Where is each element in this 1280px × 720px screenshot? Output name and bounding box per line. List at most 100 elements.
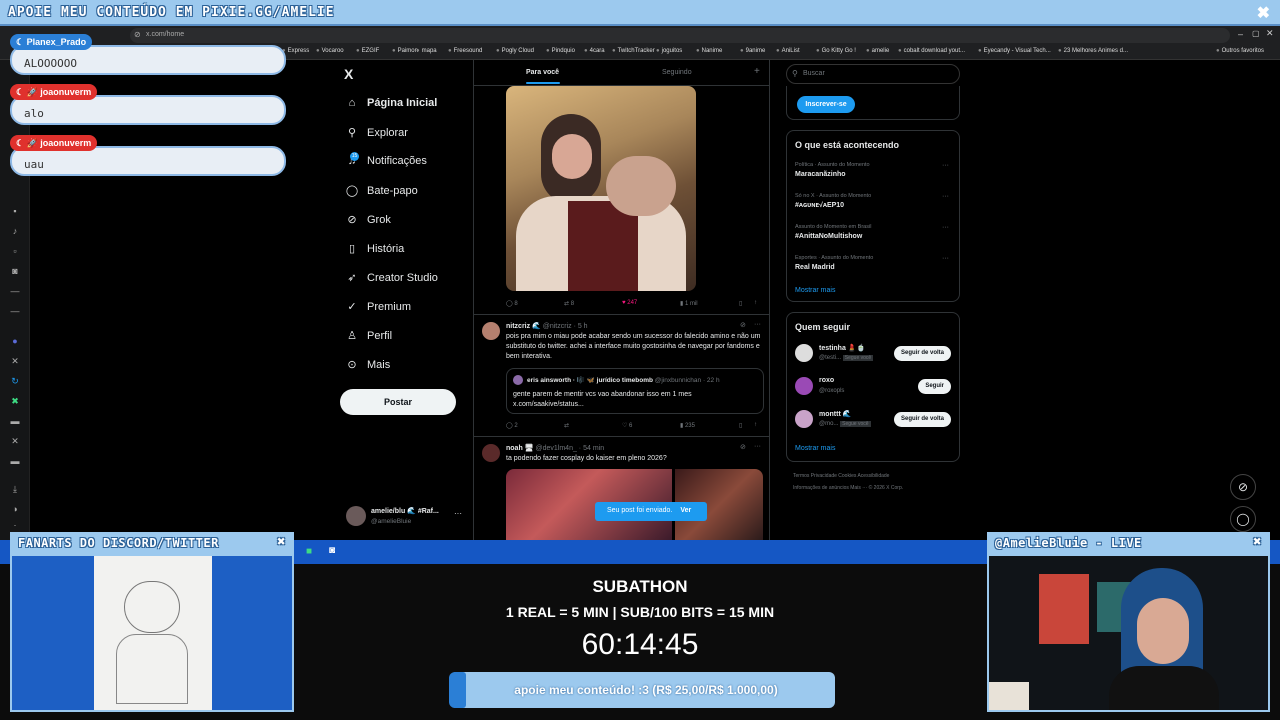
follow-back-button[interactable]: Seguir de volta: [893, 412, 951, 427]
bookmark-item[interactable]: 23 Melhores Animes d...: [1058, 48, 1128, 54]
show-more-link[interactable]: Mostrar mais: [795, 287, 835, 294]
bookmark-item[interactable]: TwitchTracker: [612, 48, 655, 54]
views-icon[interactable]: ▮ 235: [680, 422, 695, 429]
nav-more[interactable]: ⊙ Mais: [345, 358, 390, 378]
sidebar-app-icon[interactable]: —: [10, 306, 20, 316]
close-icon[interactable]: ✖: [277, 534, 286, 550]
nav-creator-studio[interactable]: ➶ Creator Studio: [345, 271, 438, 291]
trend-item[interactable]: #ᴀɢᴜɴᴇ√ᴀEP10: [795, 202, 844, 209]
tweet-author[interactable]: noah 🖥: [506, 445, 534, 452]
grok-icon[interactable]: ⊘: [1230, 474, 1256, 500]
messages-icon[interactable]: ◯: [1230, 506, 1256, 532]
nav-grok[interactable]: ⊘ Grok: [345, 213, 390, 233]
bookmark-item[interactable]: Nanime: [696, 48, 723, 54]
grok-icon[interactable]: ⊘: [740, 321, 746, 329]
more-options-icon[interactable]: ···: [454, 509, 462, 518]
sidebar-app-icon[interactable]: ·: [10, 520, 20, 530]
sidebar-app-icon[interactable]: —: [10, 286, 20, 296]
follow-name[interactable]: monttt 🌊: [819, 410, 851, 418]
follow-name[interactable]: roxo: [819, 377, 834, 384]
bookmark-item[interactable]: amelie: [866, 48, 890, 54]
nav-chat[interactable]: ◯ Bate-papo: [345, 184, 418, 204]
bookmark-item[interactable]: Paimon: [392, 48, 418, 54]
follow-button[interactable]: Seguir: [918, 379, 951, 394]
add-tab-icon[interactable]: +: [754, 66, 760, 77]
maximize-icon[interactable]: ▢: [1252, 29, 1260, 38]
download-icon[interactable]: ⤓: [10, 484, 20, 494]
more-options-icon[interactable]: ···: [942, 224, 949, 231]
discord-icon[interactable]: ◙: [10, 266, 20, 276]
trend-item[interactable]: Real Madrid: [795, 264, 835, 271]
views-icon[interactable]: ▮ 1 mil: [680, 300, 698, 307]
toast-view-link[interactable]: Ver: [680, 507, 691, 514]
sidebar-app-icon[interactable]: ▫: [10, 246, 20, 256]
bookmark-item[interactable]: Eyecandy - Visual Tech...: [978, 48, 1051, 54]
site-info-icon[interactable]: ⊘: [134, 30, 141, 39]
bookmark-icon[interactable]: ▯: [739, 300, 742, 307]
share-icon[interactable]: ↑: [754, 300, 757, 306]
avatar[interactable]: [346, 506, 366, 526]
avatar[interactable]: [795, 377, 813, 395]
trend-item[interactable]: Maracanãzinho: [795, 171, 846, 178]
bookmark-item[interactable]: Pindquio: [546, 48, 575, 54]
like-icon[interactable]: ♥ 247: [622, 300, 637, 306]
bookmark-item[interactable]: EZGIF: [356, 48, 380, 54]
bookmark-item[interactable]: cobalt download yout...: [898, 48, 965, 54]
sidebar-app-icon[interactable]: ▬: [10, 416, 20, 426]
more-options-icon[interactable]: ···: [942, 162, 949, 169]
sidebar-app-icon[interactable]: ✖: [10, 396, 20, 406]
nav-history[interactable]: ▯ História: [345, 242, 404, 262]
tweet-author[interactable]: nitzcriz 🌊: [506, 323, 541, 330]
post-button[interactable]: Postar: [340, 389, 456, 415]
bookmark-item[interactable]: Express: [282, 48, 310, 54]
reply-icon[interactable]: ◯ 2: [506, 422, 518, 429]
bookmark-item[interactable]: 4cara: [584, 48, 605, 54]
sidebar-app-icon[interactable]: ◑: [10, 504, 20, 514]
close-icon[interactable]: ✖: [1257, 3, 1270, 23]
sidebar-app-icon[interactable]: ▬: [10, 456, 20, 466]
nav-home[interactable]: ⌂ Página Inicial: [345, 97, 438, 117]
subscribe-button[interactable]: Inscrever-se: [797, 96, 855, 113]
nav-profile[interactable]: ♙ Perfil: [345, 329, 392, 349]
grok-icon[interactable]: ⊘: [740, 443, 746, 451]
x-app-icon[interactable]: ✕: [10, 436, 20, 446]
account-name[interactable]: amelie/blu 🌊 #Raf...: [371, 507, 439, 515]
close-icon[interactable]: ✖: [1253, 534, 1262, 550]
footer-links[interactable]: Termos Privacidade Cookies Acessibilidad…: [793, 473, 889, 479]
minimize-icon[interactable]: –: [1238, 29, 1243, 39]
quote-tweet[interactable]: eris ainsworth · 🎼 🦋 jurídico timebomb @…: [506, 368, 764, 414]
tab-para-voce[interactable]: Para você: [526, 69, 559, 76]
bookmark-item[interactable]: Freesound: [448, 48, 483, 54]
tab-seguindo[interactable]: Seguindo: [662, 69, 692, 76]
more-options-icon[interactable]: ···: [942, 255, 949, 262]
app-icon[interactable]: ◙: [329, 545, 335, 556]
nav-explore[interactable]: ⚲ Explorar: [345, 126, 408, 146]
avatar[interactable]: [795, 344, 813, 362]
sidebar-app-icon[interactable]: ↻: [10, 376, 20, 386]
bookmark-item[interactable]: joguitos: [656, 48, 683, 54]
trend-item[interactable]: #AnittaNoMultishow: [795, 233, 862, 240]
tweet-image[interactable]: [506, 86, 696, 291]
address-bar[interactable]: ⊘ x.com/home: [130, 28, 1230, 43]
avatar[interactable]: [482, 322, 500, 340]
follow-back-button[interactable]: Seguir de volta: [893, 346, 951, 361]
more-options-icon[interactable]: ···: [942, 193, 949, 200]
share-icon[interactable]: ↑: [754, 422, 757, 428]
search-input[interactable]: ⚲ Buscar: [786, 64, 960, 84]
show-more-link[interactable]: Mostrar mais: [795, 445, 835, 452]
bookmark-item[interactable]: Outros favoritos: [1216, 48, 1264, 54]
like-icon[interactable]: ♡ 6: [622, 422, 632, 429]
footer-links[interactable]: Informações de anúncios Mais ··· © 2026 …: [793, 485, 903, 491]
bookmark-item[interactable]: 9anime: [740, 48, 766, 54]
reply-icon[interactable]: ◯ 8: [506, 300, 518, 307]
bookmark-item[interactable]: Pogly Cloud: [496, 48, 534, 54]
bookmark-item[interactable]: mapa: [416, 48, 437, 54]
nav-premium[interactable]: ✓ Premium: [345, 300, 411, 320]
sidebar-app-icon[interactable]: ●: [10, 336, 20, 346]
window-close-icon[interactable]: ✕: [1266, 28, 1274, 39]
bookmark-item[interactable]: Vocaroo: [316, 48, 344, 54]
follow-name[interactable]: testinha 💄🍵: [819, 344, 865, 352]
bookmark-item[interactable]: Go Kitty Go !: [816, 48, 856, 54]
x-logo[interactable]: X: [344, 66, 353, 82]
tiktok-icon[interactable]: ♪: [10, 226, 20, 236]
